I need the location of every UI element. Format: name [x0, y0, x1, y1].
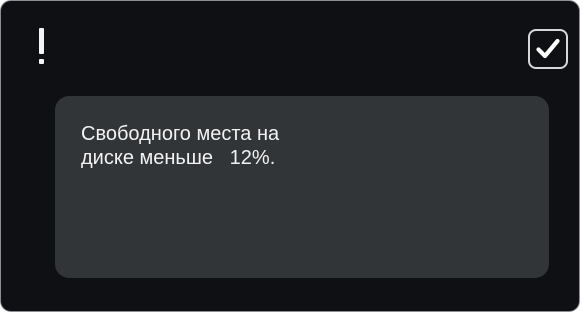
exclamation-icon [39, 28, 45, 66]
checkmark-icon [536, 38, 560, 59]
low-disk-space-dialog: Свободного места на диске меньше 12%. [0, 0, 580, 312]
message-line-2: диске меньше 12%. [81, 147, 276, 169]
confirm-button[interactable] [528, 29, 568, 69]
message-panel: Свободного места на диске меньше 12%. [55, 96, 549, 278]
message-line-1: Свободного места на [81, 123, 280, 145]
